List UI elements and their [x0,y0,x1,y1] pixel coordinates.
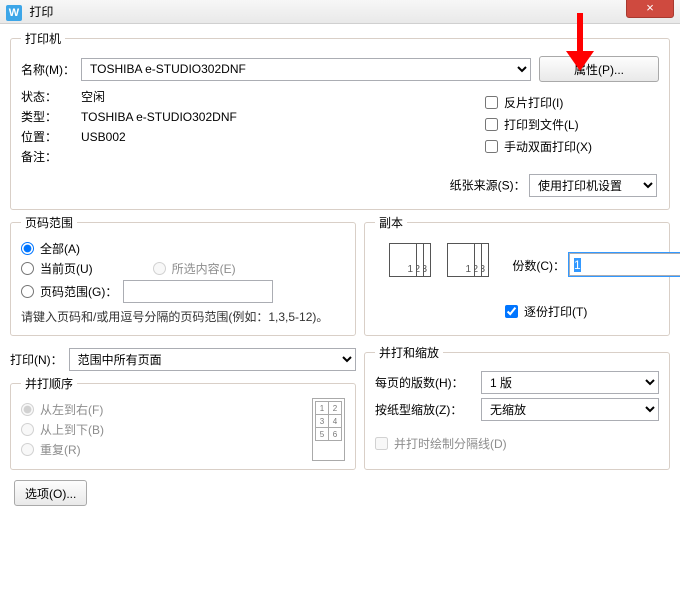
printer-group: 打印机 名称(M)： TOSHIBA e-STUDIO302DNF 属性(P).… [10,30,670,210]
order-tb-radio: 从上到下(B) [21,421,312,438]
status-value: 空闲 [81,88,105,105]
paper-source-label: 纸张来源(S)： [450,179,526,193]
range-pages-input[interactable] [123,280,273,303]
copies-count-input[interactable] [569,253,680,276]
close-button[interactable]: × [626,0,674,18]
range-hint: 请键入页码和/或用逗号分隔的页码范围(例如：1,3,5-12)。 [21,307,345,327]
duplex-check[interactable]: 手动双面打印(X) [485,138,659,155]
per-page-label: 每页的版数(H)： [375,374,475,391]
per-page-select[interactable]: 1 版 [481,371,659,394]
print-order-group: 并打顺序 从左到右(F) 从上到下(B) 重复(R) 123456 [10,375,356,470]
copies-group: 副本 [364,214,670,336]
range-pages-radio[interactable]: 页码范围(G)： [21,280,345,303]
printer-legend: 打印机 [21,30,65,47]
scale-to-label: 按纸型缩放(Z)： [375,401,475,418]
order-legend: 并打顺序 [21,375,77,392]
comment-label: 备注： [21,148,81,165]
where-value: USB002 [81,130,126,144]
tofile-check[interactable]: 打印到文件(L) [485,116,659,133]
draw-lines-check: 并打时绘制分隔线(D) [375,435,659,452]
range-selection-radio: 所选内容(E) [153,260,236,277]
properties-button[interactable]: 属性(P)... [539,56,659,82]
type-label: 类型： [21,108,81,125]
window-title: 打印 [29,5,53,19]
page-range-group: 页码范围 全部(A) 当前页(U) 所选内容(E) 页码范围(G)： 请键入页码… [10,214,356,336]
range-current-radio[interactable]: 当前页(U) [21,260,93,277]
printer-name-select[interactable]: TOSHIBA e-STUDIO302DNF [81,58,531,81]
scale-legend: 并打和缩放 [375,344,443,361]
type-value: TOSHIBA e-STUDIO302DNF [81,110,237,124]
print-what-label: 打印(N)： [10,351,63,368]
printer-name-label: 名称(M)： [21,61,81,78]
options-button[interactable]: 选项(O)... [14,480,87,506]
range-all-radio[interactable]: 全部(A) [21,240,345,257]
collate-check[interactable]: 逐份打印(T) [505,303,659,320]
paper-source-select[interactable]: 使用打印机设置 [529,174,657,197]
copies-legend: 副本 [375,214,407,231]
order-rep-radio: 重复(R) [21,441,312,458]
order-lr-radio: 从左到右(F) [21,401,312,418]
scale-group: 并打和缩放 每页的版数(H)： 1 版 按纸型缩放(Z)： 无缩放 并打时绘制分… [364,344,670,470]
collate-icon [389,243,493,289]
app-icon: W [6,5,22,21]
order-diagram-icon: 123456 [312,398,345,461]
range-legend: 页码范围 [21,214,77,231]
reverse-check[interactable]: 反片打印(I) [485,94,659,111]
where-label: 位置： [21,128,81,145]
copies-count-label: 份数(C)： [512,257,565,274]
scale-to-select[interactable]: 无缩放 [481,398,659,421]
status-label: 状态： [21,88,81,105]
print-what-select[interactable]: 范围中所有页面 [69,348,356,371]
